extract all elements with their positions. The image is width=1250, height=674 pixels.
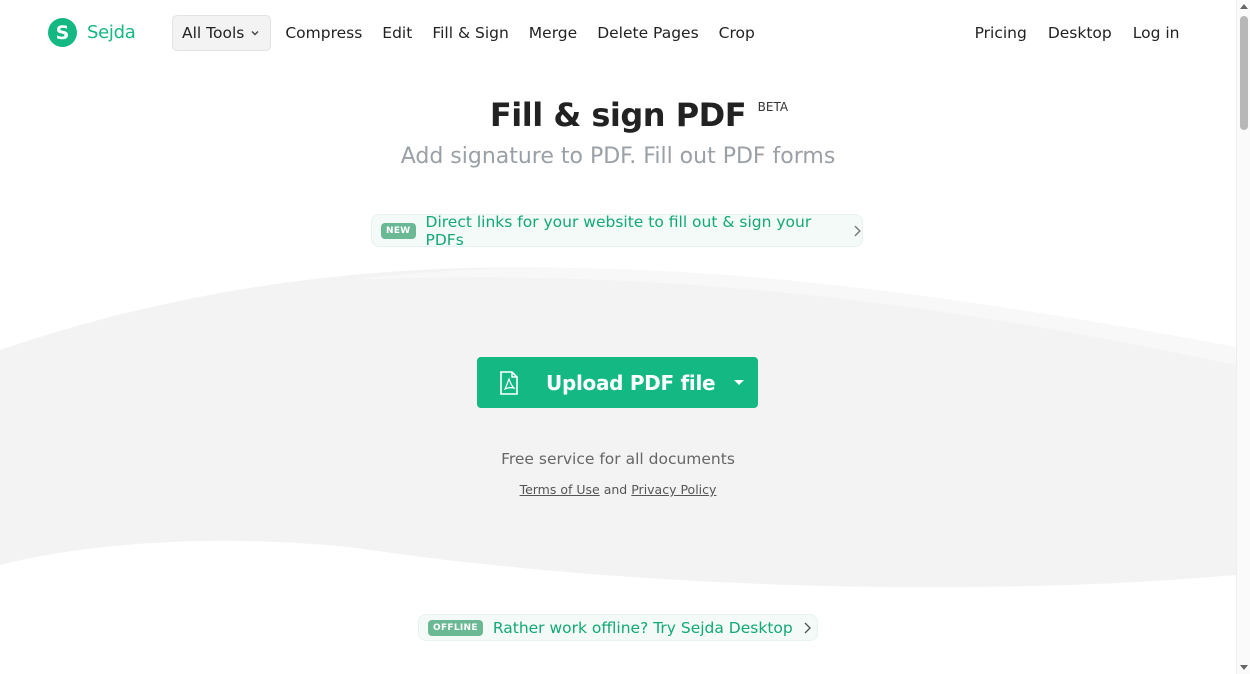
new-badge: NEW xyxy=(381,222,416,239)
offline-badge: OFFLINE xyxy=(428,619,483,636)
terms-link[interactable]: Terms of Use xyxy=(520,482,600,497)
page-title: Fill & sign PDF BETA xyxy=(489,96,788,134)
terms-and: and xyxy=(603,482,628,497)
nav-compress[interactable]: Compress xyxy=(275,15,372,51)
promo-link[interactable]: NEW Direct links for your website to fil… xyxy=(371,212,863,249)
logo-text: Sejda xyxy=(87,22,136,43)
logo[interactable]: S Sejda xyxy=(48,18,136,47)
wave-background xyxy=(0,267,1236,588)
caret-down-icon xyxy=(734,380,744,385)
nav-merge[interactable]: Merge xyxy=(519,15,587,51)
chevron-right-icon xyxy=(804,622,811,633)
scroll-down-icon[interactable] xyxy=(1240,665,1248,670)
title-wrap: Fill & sign PDF BETA xyxy=(0,96,1236,134)
main-nav: All Tools Compress Edit Fill & Sign Merg… xyxy=(172,15,765,51)
all-tools-label: All Tools xyxy=(182,24,245,42)
nav-delete-pages[interactable]: Delete Pages xyxy=(587,15,708,51)
page-title-text: Fill & sign PDF xyxy=(489,96,747,134)
page-subtitle: Add signature to PDF. Fill out PDF forms xyxy=(400,144,836,169)
nav-fill-sign[interactable]: Fill & Sign xyxy=(422,15,518,51)
nav-desktop[interactable]: Desktop xyxy=(1037,15,1122,51)
nav-pricing[interactable]: Pricing xyxy=(964,15,1037,51)
upload-label: Upload PDF file xyxy=(546,370,716,395)
offline-promo-link[interactable]: OFFLINE Rather work offline? Try Sejda D… xyxy=(418,614,818,641)
nav-login[interactable]: Log in xyxy=(1122,15,1190,51)
upload-pdf-button[interactable]: Upload PDF file xyxy=(477,357,758,408)
logo-mark-icon: S xyxy=(48,18,77,47)
nav-edit[interactable]: Edit xyxy=(372,15,422,51)
scroll-up-icon[interactable] xyxy=(1240,4,1248,9)
terms-line: Terms of Use and Privacy Policy xyxy=(0,482,1236,497)
chevron-right-icon xyxy=(854,225,862,236)
upload-options-dropdown[interactable] xyxy=(720,357,758,408)
all-tools-dropdown[interactable]: All Tools xyxy=(172,15,272,51)
privacy-link[interactable]: Privacy Policy xyxy=(631,482,716,497)
nav-crop[interactable]: Crop xyxy=(709,15,765,51)
promo-text: Direct links for your website to fill ou… xyxy=(425,212,812,249)
right-nav: Pricing Desktop Log in xyxy=(964,15,1190,51)
pdf-file-icon xyxy=(500,370,518,395)
scroll-thumb[interactable] xyxy=(1240,16,1248,130)
chevron-down-icon xyxy=(251,31,259,36)
free-service-text: Free service for all documents xyxy=(501,450,735,468)
header: S Sejda All Tools Compress Edit Fill & S… xyxy=(0,0,1236,66)
offline-text: Rather work offline? Try Sejda Desktop xyxy=(492,618,793,637)
page-scrollbar[interactable] xyxy=(1236,0,1250,674)
beta-badge: BETA xyxy=(757,100,789,114)
